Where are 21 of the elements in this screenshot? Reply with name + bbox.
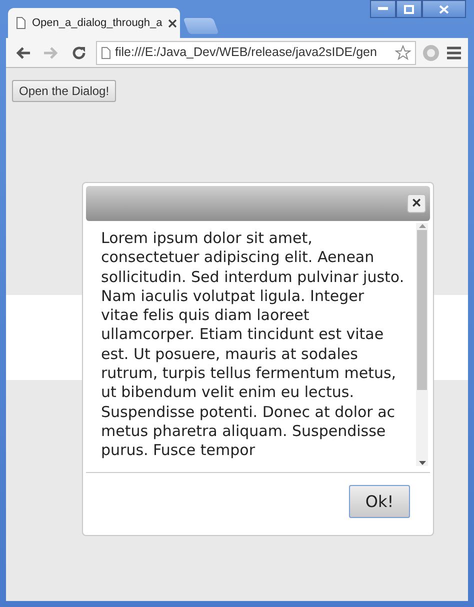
scroll-thumb[interactable] [417, 230, 427, 390]
star-icon[interactable] [395, 44, 411, 60]
browser-tab[interactable]: Open_a_dialog_through_a [8, 8, 180, 38]
close-icon[interactable] [168, 18, 178, 28]
url-text: file:///E:/Java_Dev/WEB/release/java2sIDE/gen [115, 44, 378, 62]
close-button[interactable]: × [407, 194, 426, 213]
minimize-icon [378, 7, 388, 11]
page-icon [16, 17, 26, 29]
menu-icon[interactable] [446, 46, 462, 60]
maximize-icon [404, 4, 414, 14]
dialog-text: Lorem ipsum dolor sit amet, consectetuer adipiscing elit. Aenean sollicitudin. Sed interdum pulvinar justo. Nam iaculis volutpat ligula. Integer vitae felis quis diam laoreet ullamcorper. Etiam tincidunt est vitae est. Ut posuere, mauris at sodales rutrum, turpis tellus fermentum metus, ut bibendum velit enim eu lectus. Suspendisse potenti. Donec at dolor ac metus pharetra aliquam. Suspendisse purus. Fusce tempor [100, 228, 406, 462]
scrollbar[interactable] [416, 223, 428, 466]
maximize-button[interactable] [396, 0, 422, 18]
ok-button[interactable]: Ok! [349, 485, 410, 518]
address-bar[interactable]: file:///E:/Java_Dev/WEB/release/java2sIDE/gen [96, 40, 416, 64]
close-button[interactable] [422, 0, 466, 18]
open-dialog-button[interactable]: Open the Dialog! [12, 80, 116, 102]
page-icon [101, 46, 111, 58]
close-icon [439, 4, 449, 14]
scroll-down-icon[interactable] [418, 460, 426, 466]
minimize-button[interactable] [370, 0, 396, 18]
